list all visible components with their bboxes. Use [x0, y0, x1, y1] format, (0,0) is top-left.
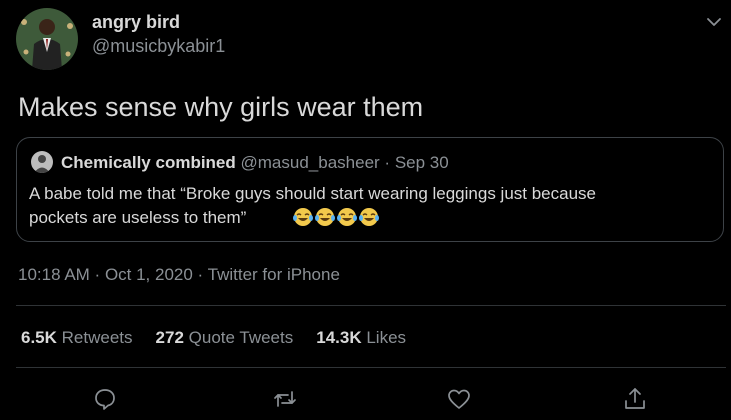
tears-of-joy-icon — [358, 207, 380, 227]
quotes-label: Quote Tweets — [188, 328, 294, 347]
like-icon[interactable] — [446, 386, 472, 412]
retweet-icon[interactable] — [272, 386, 298, 412]
likes-count: 14.3K — [316, 328, 362, 347]
emoji-row — [292, 207, 380, 227]
engagement-stats: 6.5K Retweets 272 Quote Tweets 14.3K Likes — [21, 328, 429, 348]
quoted-display-name[interactable]: Chemically combined — [61, 153, 236, 172]
reply-icon[interactable] — [92, 386, 118, 412]
chevron-down-icon[interactable] — [704, 14, 724, 30]
tweet-meta: 10:18 AM · Oct 1, 2020 · Twitter for iPh… — [18, 265, 340, 285]
tears-of-joy-icon — [314, 207, 336, 227]
quoted-text-line-1: A babe told me that “Broke guys should s… — [29, 184, 597, 203]
avatar[interactable] — [16, 8, 78, 70]
divider — [16, 305, 726, 306]
quoted-header: Chemically combined @masud_basheer · Sep… — [61, 153, 449, 173]
retweets-stat[interactable]: 6.5K Retweets — [21, 328, 133, 347]
quoted-text-line-2: pockets are useless to them” — [29, 208, 247, 227]
meta-separator: · — [192, 265, 208, 284]
retweets-label: Retweets — [61, 328, 133, 347]
divider — [16, 367, 726, 368]
handle[interactable]: @musicbykabir1 — [92, 36, 225, 57]
tweet-time[interactable]: 10:18 AM — [18, 265, 90, 284]
display-name[interactable]: angry bird — [92, 12, 180, 33]
quoted-handle[interactable]: @masud_basheer — [241, 153, 380, 172]
quoted-separator: · — [384, 153, 391, 172]
quoted-date[interactable]: Sep 30 — [395, 153, 449, 172]
tweet-source[interactable]: Twitter for iPhone — [208, 265, 340, 284]
retweets-count: 6.5K — [21, 328, 57, 347]
likes-stat[interactable]: 14.3K Likes — [316, 328, 406, 347]
quoted-avatar[interactable] — [31, 151, 53, 173]
share-icon[interactable] — [622, 386, 648, 412]
quotes-count: 272 — [155, 328, 184, 347]
quote-tweets-stat[interactable]: 272 Quote Tweets — [156, 328, 294, 347]
likes-label: Likes — [366, 328, 407, 347]
meta-separator: · — [89, 265, 105, 284]
quoted-tweet[interactable]: Chemically combined @masud_basheer · Sep… — [16, 137, 724, 242]
tears-of-joy-icon — [292, 207, 314, 227]
tweet-date[interactable]: Oct 1, 2020 — [105, 265, 193, 284]
tweet-text: Makes sense why girls wear them — [18, 92, 424, 122]
tears-of-joy-icon — [336, 207, 358, 227]
